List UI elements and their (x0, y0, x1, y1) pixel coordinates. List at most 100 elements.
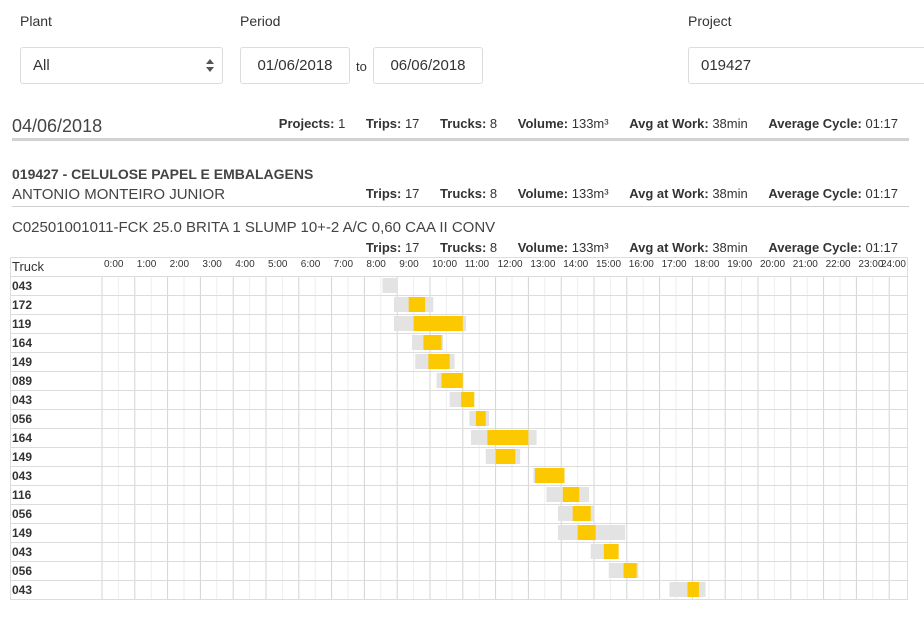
trip-bar (382, 278, 398, 293)
truck-label: 149 (12, 355, 33, 369)
avg-work-label: Avg at Work: (629, 116, 709, 131)
hour-tick-label: 8:00 (366, 259, 386, 270)
hour-tick-label: 23:00 (858, 259, 884, 270)
volume-value: 133m³ (571, 186, 609, 201)
hour-tick-label: 3:00 (202, 259, 222, 270)
period-to-input[interactable]: 06/06/2018 (373, 47, 483, 84)
hour-tick-label: 6:00 (300, 259, 321, 270)
volume-value: 133m³ (571, 116, 609, 131)
volume-label: Volume: (517, 186, 569, 201)
project-label: Project (688, 13, 732, 29)
trucks-value: 8 (489, 186, 498, 201)
work-bar (577, 525, 596, 540)
work-bar (428, 354, 450, 369)
day-date: 04/06/2018 (12, 116, 103, 136)
projects-value: 1 (338, 116, 346, 131)
hour-tick-label: 11:00 (464, 259, 490, 270)
work-bar (461, 392, 475, 407)
gantt-grid (10, 257, 908, 600)
trucks-label: Trucks: (440, 186, 487, 201)
hour-tick-label: 4:00 (235, 259, 255, 270)
truck-label: 116 (12, 488, 32, 502)
truck-label: 056 (12, 507, 33, 521)
avg-work-value: 38min (712, 116, 748, 131)
hour-tick-label: 17:00 (661, 259, 687, 270)
trucks-value: 8 (489, 116, 498, 131)
work-bar (623, 563, 637, 578)
hour-tick-label: 14:00 (563, 259, 589, 270)
trips-value: 17 (404, 116, 420, 131)
avg-work-value: 38min (712, 186, 748, 201)
hour-tick-label: 21:00 (792, 259, 818, 270)
hour-tick-label: 19:00 (727, 259, 753, 270)
trips-label: Trips: (365, 186, 402, 201)
product-name: C02501001011-FCK 25.0 BRITA 1 SLUMP 10+-… (12, 219, 496, 236)
hour-tick-label: 7:00 (333, 259, 354, 270)
hour-tick-label: 20:00 (760, 259, 786, 270)
work-bar (572, 506, 591, 521)
hour-tick-label: 2:00 (169, 259, 190, 270)
period-from-value: 01/06/2018 (257, 57, 333, 74)
work-bar (495, 449, 516, 464)
work-bar (603, 544, 619, 559)
avg-cycle-value: 01:17 (865, 240, 898, 255)
project-client: ANTONIO MONTEIRO JUNIOR (12, 186, 226, 203)
work-bar (534, 468, 565, 483)
avg-work-label: Avg at Work: (629, 186, 709, 201)
work-bar (487, 430, 529, 445)
hour-tick-label: 13:00 (530, 259, 556, 270)
avg-work-value: 38min (712, 240, 748, 255)
hour-tick-label: 5:00 (268, 259, 288, 270)
truck-label: 043 (12, 393, 33, 407)
truck-label: 089 (12, 374, 33, 388)
trucks-label: Trucks: (440, 116, 487, 131)
period-to-value: 06/06/2018 (390, 57, 466, 74)
truck-label: 043 (12, 469, 33, 483)
truck-label: 164 (12, 336, 33, 350)
hour-tick-label: 18:00 (694, 259, 720, 270)
work-bar (423, 335, 442, 350)
avg-cycle-label: Average Cycle: (768, 186, 862, 201)
select-caret-icon (206, 57, 214, 75)
period-label: Period (240, 13, 281, 29)
work-bar (441, 373, 463, 388)
plant-select[interactable]: All (20, 47, 223, 84)
avg-cycle-label: Average Cycle: (768, 116, 862, 131)
work-bar (475, 411, 486, 426)
project-stats: Trips: 17 Trucks: 8 Volume: 133m³ Avg at… (366, 186, 898, 201)
project-input[interactable]: 019427 (688, 47, 924, 84)
plant-select-value: All (33, 57, 50, 74)
hour-tick-label: 16:00 (628, 259, 654, 270)
truck-label: 043 (12, 583, 33, 597)
plant-label: Plant (20, 13, 52, 29)
period-from-input[interactable]: 01/06/2018 (240, 47, 350, 84)
trips-value: 17 (404, 240, 420, 255)
hour-tick-label: 12:00 (497, 259, 523, 270)
avg-cycle-label: Average Cycle: (768, 240, 862, 255)
truck-label: 172 (12, 298, 33, 312)
volume-value: 133m³ (571, 240, 609, 255)
product-stats: Trips: 17 Trucks: 8 Volume: 133m³ Avg at… (366, 240, 898, 255)
truck-label: 056 (12, 564, 33, 578)
truck-gantt-chart: Truck 043 172 119 164 149 089 043 056 164 149 043 1… (10, 257, 908, 600)
truck-label: 164 (12, 431, 33, 445)
project-title: 019427 - CELULOSE PAPEL E EMBALAGENS (12, 166, 314, 182)
work-bar (562, 487, 580, 502)
trucks-label: Trucks: (440, 240, 487, 255)
truck-label: 043 (12, 545, 33, 559)
avg-cycle-value: 01:17 (865, 186, 898, 201)
trips-value: 17 (404, 186, 420, 201)
hour-tick-label: 24:00 (880, 259, 906, 270)
avg-cycle-value: 01:17 (865, 116, 898, 131)
truck-label: 149 (12, 450, 33, 464)
project-divider (12, 206, 909, 207)
volume-label: Volume: (517, 240, 569, 255)
trips-label: Trips: (365, 116, 402, 131)
day-divider (12, 138, 909, 141)
truck-label: 149 (12, 526, 33, 540)
truck-column-header: Truck (12, 259, 45, 274)
truck-label: 056 (12, 412, 33, 426)
period-to-word: to (356, 59, 367, 74)
hour-tick-label: 15:00 (596, 259, 622, 270)
work-bar (413, 316, 463, 331)
